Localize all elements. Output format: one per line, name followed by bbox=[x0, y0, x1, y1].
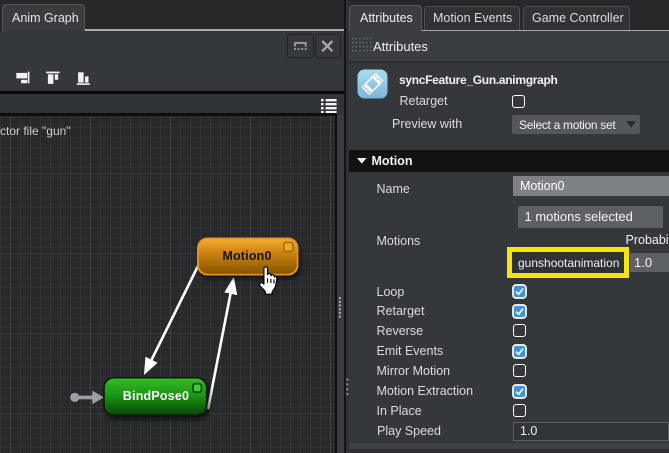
svg-text:Motion0: Motion0 bbox=[222, 249, 271, 263]
svg-text:BindPose0: BindPose0 bbox=[123, 389, 189, 403]
